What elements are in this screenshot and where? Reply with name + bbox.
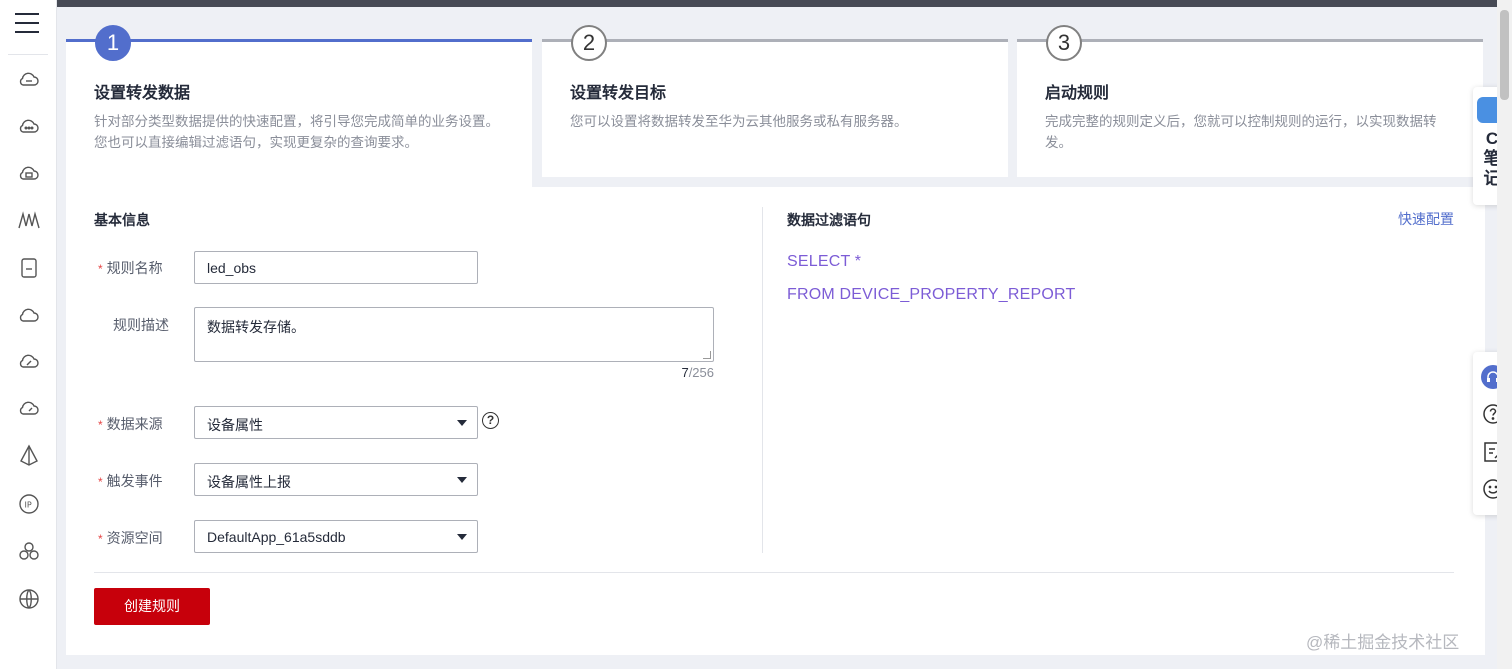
step-progress-bar <box>66 39 532 42</box>
rule-desc-label: 规则描述 <box>113 317 169 333</box>
main-panel: 1 设置转发数据 针对部分类型数据提供的快速配置，将引导您完成简单的业务设置。您… <box>66 7 1485 655</box>
watermark: @稀土掘金技术社区 <box>1306 633 1460 652</box>
required-mark: * <box>98 262 103 276</box>
step-number: 1 <box>95 25 131 61</box>
sql-line-1[interactable]: SELECT * <box>787 253 861 271</box>
ip-icon[interactable]: IP <box>17 492 41 516</box>
required-mark: * <box>98 418 103 432</box>
step-header: 1 设置转发数据 针对部分类型数据提供的快速配置，将引导您完成简单的业务设置。您… <box>66 7 1485 187</box>
step-number: 2 <box>571 25 607 61</box>
required-mark: * <box>98 532 103 546</box>
resource-space-value: DefaultApp_61a5sddb <box>207 529 346 545</box>
cluster-icon[interactable] <box>17 540 41 564</box>
data-source-label: * 数据来源 <box>98 416 163 432</box>
cloud-outline-icon[interactable] <box>17 303 41 327</box>
trigger-select[interactable]: 设备属性上报 <box>194 463 478 496</box>
column-divider <box>762 207 763 553</box>
menu-icon[interactable] <box>15 13 39 35</box>
step-title: 设置转发数据 <box>94 85 191 102</box>
char-max: /256 <box>688 365 714 380</box>
cloud-link-icon[interactable] <box>17 350 41 374</box>
step-description: 您可以设置将数据转发至华为云其他服务或私有服务器。 <box>570 114 908 129</box>
help-icon[interactable]: ? <box>482 412 499 429</box>
step-3[interactable]: 3 启动规则 完成完整的规则定义后，您就可以控制规则的运行，以实现数据转发。 <box>1017 25 1483 177</box>
resize-handle[interactable] <box>703 351 711 359</box>
data-source-value: 设备属性 <box>207 417 263 433</box>
data-source-select[interactable]: 设备属性 <box>194 406 478 439</box>
sql-line-2[interactable]: FROM DEVICE_PROPERTY_REPORT <box>787 286 1075 304</box>
resource-space-label: * 资源空间 <box>98 530 163 546</box>
required-mark: * <box>98 475 103 489</box>
svg-text:IP: IP <box>25 501 32 510</box>
device-icon[interactable] <box>17 256 41 280</box>
char-counter: 7/256 <box>666 365 714 380</box>
form-divider <box>94 572 1454 573</box>
step-1[interactable]: 1 设置转发数据 针对部分类型数据提供的快速配置，将引导您完成简单的业务设置。您… <box>66 25 532 187</box>
chevron-down-icon <box>457 477 467 483</box>
cloud-chip-icon[interactable] <box>17 162 41 186</box>
globe-icon[interactable] <box>17 587 41 611</box>
rule-name-label: * 规则名称 <box>98 260 163 276</box>
cloud-icon[interactable] <box>17 68 41 92</box>
scrollbar-thumb[interactable] <box>1500 10 1509 100</box>
trigger-label: * 触发事件 <box>98 473 163 489</box>
pyramid-icon[interactable] <box>17 444 41 468</box>
sidebar-divider <box>8 54 48 55</box>
rule-desc-text: 数据转发存储。 <box>207 319 305 335</box>
chevron-down-icon <box>457 534 467 540</box>
page-scrollbar[interactable] <box>1497 0 1512 669</box>
step-progress-bar <box>1017 39 1483 42</box>
chevron-down-icon <box>457 420 467 426</box>
basic-info-title: 基本信息 <box>94 212 150 228</box>
filter-title: 数据过滤语句 <box>787 212 871 228</box>
signal-wave-icon[interactable] <box>17 208 41 232</box>
trigger-value: 设备属性上报 <box>207 474 291 490</box>
left-sidebar: IP <box>0 0 57 669</box>
step-number: 3 <box>1046 25 1082 61</box>
create-rule-button[interactable]: 创建规则 <box>94 588 210 625</box>
char-count: 7 <box>681 365 689 380</box>
rule-name-input[interactable]: led_obs <box>194 251 478 284</box>
step-2[interactable]: 2 设置转发目标 您可以设置将数据转发至华为云其他服务或私有服务器。 <box>542 25 1008 177</box>
top-strip <box>57 0 1512 7</box>
cloud-speed-icon[interactable] <box>17 397 41 421</box>
quick-config-link[interactable]: 快速配置 <box>1398 209 1454 229</box>
cloud-dots-icon[interactable] <box>17 115 41 139</box>
step-progress-bar <box>542 39 1008 42</box>
resource-space-select[interactable]: DefaultApp_61a5sddb <box>194 520 478 553</box>
step-title: 设置转发目标 <box>570 85 667 102</box>
step-description: 针对部分类型数据提供的快速配置，将引导您完成简单的业务设置。您也可以直接编辑过滤… <box>94 114 499 150</box>
rule-desc-textarea[interactable]: 数据转发存储。 <box>194 307 714 362</box>
step-title: 启动规则 <box>1045 85 1110 102</box>
step-description: 完成完整的规则定义后，您就可以控制规则的运行，以实现数据转发。 <box>1045 114 1437 150</box>
